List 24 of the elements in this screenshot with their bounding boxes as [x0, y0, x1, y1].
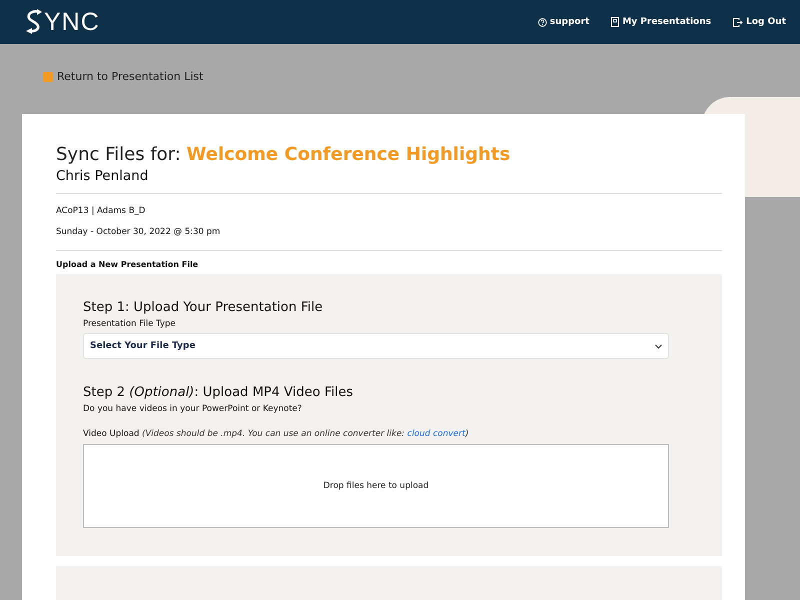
session-text: ACoP13 | Adams B_D [56, 206, 146, 216]
field-label: Presentation File Type [83, 319, 177, 329]
logo-text: YNC [44, 8, 100, 36]
step-heading: Step 1: Upload Your Presentation File [83, 300, 324, 315]
chevron-icon [655, 344, 662, 348]
section-label: Upload a New Presentation File [56, 260, 200, 269]
nav-link[interactable]: My Presentations [611, 17, 712, 27]
logout-icon [733, 18, 744, 26]
nav-link[interactable]: support [538, 17, 590, 27]
file-type-select[interactable]: Select Your File Type [83, 333, 669, 359]
datetime-text: Sunday - October 30, 2022 @ 5:30 pm [56, 227, 222, 237]
back-link[interactable]: Return to Presentation List [43, 70, 204, 83]
sync-arrows-icon [24, 9, 44, 35]
page-title: Sync Files for: Welcome Conference Highlights [56, 144, 512, 165]
dropzone[interactable]: Drop files here to upload [83, 444, 669, 528]
presenter-name: Chris Penland [56, 168, 150, 184]
step-heading: Step 2 (Optional): Upload MP4 Video Files [83, 385, 354, 400]
back-icon [43, 72, 53, 82]
upload-label: Video Upload (Videos should be .mp4. You can use an online converter like: cloud convert) [83, 429, 470, 439]
question-text: Do you have videos in your PowerPoint or Keynote? [83, 404, 303, 414]
converter-link[interactable]: cloud convert [407, 429, 466, 439]
document-icon [611, 17, 620, 27]
nav-link[interactable]: Log Out [733, 17, 786, 27]
help-icon [538, 18, 547, 26]
